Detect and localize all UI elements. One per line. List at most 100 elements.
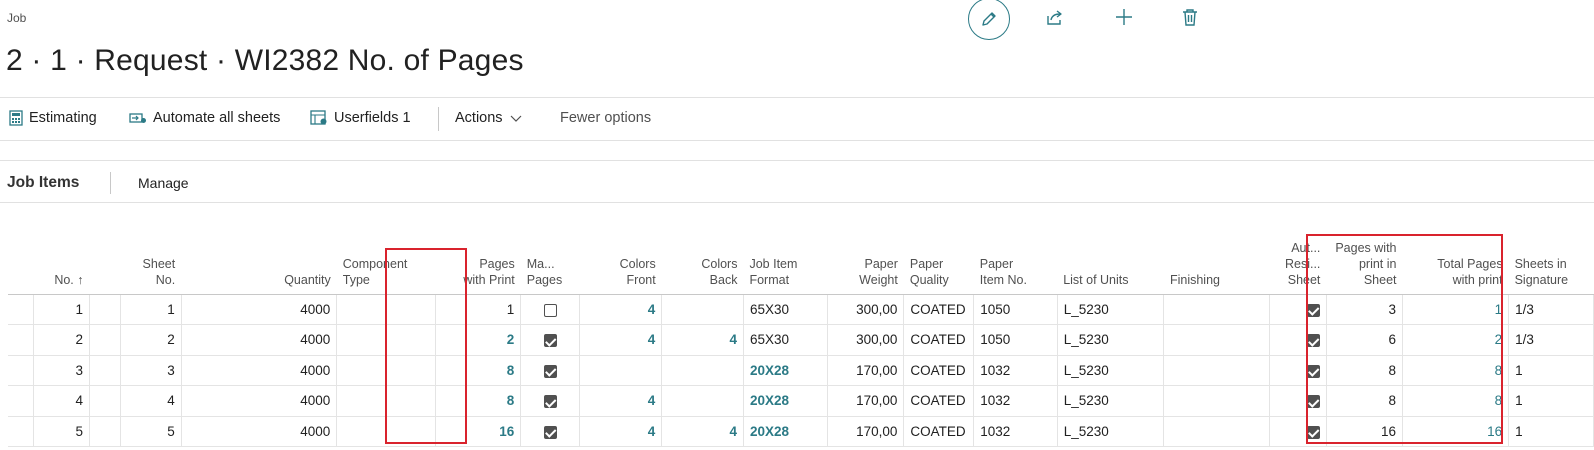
col-auto-resize-sheet[interactable]: Aut... Resi... Sheet	[1269, 203, 1327, 295]
cell-quantity: 4000	[181, 355, 338, 386]
col-finishing[interactable]: Finishing	[1163, 203, 1270, 295]
col-paper-item-no[interactable]: Paper Item No.	[973, 203, 1058, 295]
cell-total-pages-with-print[interactable]: 2	[1402, 324, 1510, 356]
col-list-of-units[interactable]: List of Units	[1057, 203, 1164, 295]
cell-colors-front[interactable]: 4	[579, 294, 663, 325]
cell-total-pages-with-print[interactable]: 16	[1402, 416, 1510, 447]
checkbox-checked[interactable]	[543, 395, 557, 409]
checkbox-checked[interactable]	[543, 425, 557, 439]
table-row[interactable]: 1 1 4000 1 4 65X30 300,00 COATED 1050 L_5230 3 1 1/3	[8, 294, 1594, 325]
fewer-options-button[interactable]: Fewer options	[560, 110, 651, 126]
table-row[interactable]: 3 3 4000 8 20X28 170,00 COATED 1032 L_5230 8 8 1	[8, 355, 1594, 386]
checkbox-checked[interactable]	[1306, 303, 1320, 317]
automate-label: Automate all sheets	[153, 110, 281, 126]
cell-job-item-format[interactable]: 20X28	[743, 355, 828, 386]
cell-colors-back[interactable]	[661, 385, 744, 417]
cell-sheet-no: 1	[120, 294, 182, 325]
cell-colors-back[interactable]	[661, 294, 744, 325]
cell-manual-pages[interactable]	[520, 355, 581, 386]
cell-auto-resize-sheet[interactable]	[1269, 294, 1327, 325]
cell-colors-back[interactable]: 4	[661, 416, 744, 447]
cell-total-pages-with-print[interactable]: 8	[1402, 355, 1510, 386]
cell-total-pages-with-print[interactable]: 1	[1402, 294, 1510, 325]
cell-pages-print-in-sheet: 8	[1326, 385, 1404, 417]
col-colors-front[interactable]: Colors Front	[579, 203, 662, 295]
cell-colors-front[interactable]: 4	[579, 324, 663, 356]
cell-paper-quality: COATED	[903, 385, 975, 417]
cell-pages-with-print[interactable]: 8	[435, 355, 522, 386]
col-job-item-format[interactable]: Job Item Format	[743, 203, 828, 295]
cell-manual-pages[interactable]	[520, 294, 581, 325]
checkbox-checked[interactable]	[1306, 334, 1320, 348]
col-component-type[interactable]: Component Type	[336, 203, 436, 295]
cell-sheets-in-signature: 1/3	[1508, 324, 1594, 356]
actions-menu[interactable]: Actions	[455, 110, 523, 126]
checkbox-checked[interactable]	[543, 364, 557, 378]
cell-manual-pages[interactable]	[520, 416, 581, 447]
cell-quantity: 4000	[181, 385, 338, 417]
cell-pages-print-in-sheet: 6	[1326, 324, 1404, 356]
cell-sheets-in-signature: 1	[1508, 355, 1594, 386]
cell-total-pages-with-print[interactable]: 8	[1402, 385, 1510, 417]
cell-sheet-no: 2	[120, 324, 182, 356]
cell-manual-pages[interactable]	[520, 324, 581, 356]
checkbox-unchecked[interactable]	[543, 303, 557, 317]
table-row[interactable]: 2 2 4000 2 4 4 65X30 300,00 COATED 1050 L_5230 6 2 1/…	[8, 324, 1594, 356]
cell-auto-resize-sheet[interactable]	[1269, 324, 1327, 356]
cell-paper-item-no: 1050	[973, 294, 1058, 325]
cell-auto-resize-sheet[interactable]	[1269, 385, 1327, 417]
userfields-button[interactable]: Userfields 1	[310, 110, 411, 126]
cell-finishing	[1163, 416, 1270, 447]
cell-paper-weight: 170,00	[827, 416, 905, 447]
cell-finishing	[1163, 324, 1270, 356]
cell-colors-back[interactable]: 4	[661, 324, 744, 356]
checkbox-checked[interactable]	[1306, 364, 1320, 378]
col-pages-print-in-sheet[interactable]: Pages with print in Sheet	[1326, 203, 1403, 295]
cell-component-type	[336, 324, 436, 356]
cell-pages-with-print[interactable]: 8	[435, 385, 522, 417]
estimating-button[interactable]: Estimating	[9, 110, 97, 126]
cell-pages-with-print[interactable]: 2	[435, 324, 522, 356]
cell-component-type	[336, 416, 436, 447]
cell-sheet-no: 4	[120, 385, 182, 417]
cell-component-type	[336, 294, 436, 325]
cell-manual-pages[interactable]	[520, 385, 581, 417]
cell-auto-resize-sheet[interactable]	[1269, 355, 1327, 386]
cell-quantity: 4000	[181, 416, 338, 447]
col-total-pages-with-print[interactable]: Total Pages with print	[1402, 203, 1509, 295]
table-row[interactable]: 5 5 4000 16 4 4 20X28 170,00 COATED 1032 L_5230 16 1…	[8, 416, 1594, 447]
checkbox-checked[interactable]	[1306, 425, 1320, 439]
separator	[438, 107, 439, 131]
col-paper-weight[interactable]: Paper Weight	[827, 203, 904, 295]
col-manual-pages[interactable]: Ma... Pages	[520, 203, 580, 295]
new-button[interactable]	[1113, 6, 1135, 28]
col-colors-back[interactable]: Colors Back	[661, 203, 744, 295]
cell-auto-resize-sheet[interactable]	[1269, 416, 1327, 447]
cell-colors-front[interactable]	[579, 355, 663, 386]
col-quantity[interactable]: Quantity	[181, 203, 337, 295]
table-row[interactable]: 4 4 4000 8 4 20X28 170,00 COATED 1032 L_5230 8 8 1	[8, 385, 1594, 417]
edit-button[interactable]	[968, 0, 1010, 40]
col-sheet-no[interactable]: Sheet No.	[120, 203, 182, 295]
cell-job-item-format[interactable]: 20X28	[743, 416, 828, 447]
automate-sheets-button[interactable]: Automate all sheets	[129, 110, 280, 126]
cell-colors-back[interactable]	[661, 355, 744, 386]
cell-colors-front[interactable]: 4	[579, 385, 663, 417]
cell-sheets-in-signature: 1	[1508, 416, 1594, 447]
col-no[interactable]: No. ↑	[33, 203, 90, 295]
cell-component-type	[336, 355, 436, 386]
checkbox-checked[interactable]	[543, 334, 557, 348]
col-sheets-in-signature[interactable]: Sheets in Signature	[1508, 203, 1594, 295]
checkbox-checked[interactable]	[1306, 395, 1320, 409]
col-paper-quality[interactable]: Paper Quality	[903, 203, 974, 295]
cell-colors-front[interactable]: 4	[579, 416, 663, 447]
cell-pages-print-in-sheet: 8	[1326, 355, 1404, 386]
cell-job-item-format[interactable]: 20X28	[743, 385, 828, 417]
col-pages-with-print[interactable]: Pages with Print	[435, 203, 521, 295]
part-header: Job Items Manage	[0, 160, 1594, 202]
cell-paper-item-no: 1032	[973, 355, 1058, 386]
share-button[interactable]	[1044, 6, 1066, 28]
manage-menu[interactable]: Manage	[138, 175, 189, 191]
cell-pages-with-print[interactable]: 16	[435, 416, 522, 447]
delete-button[interactable]	[1179, 6, 1201, 28]
